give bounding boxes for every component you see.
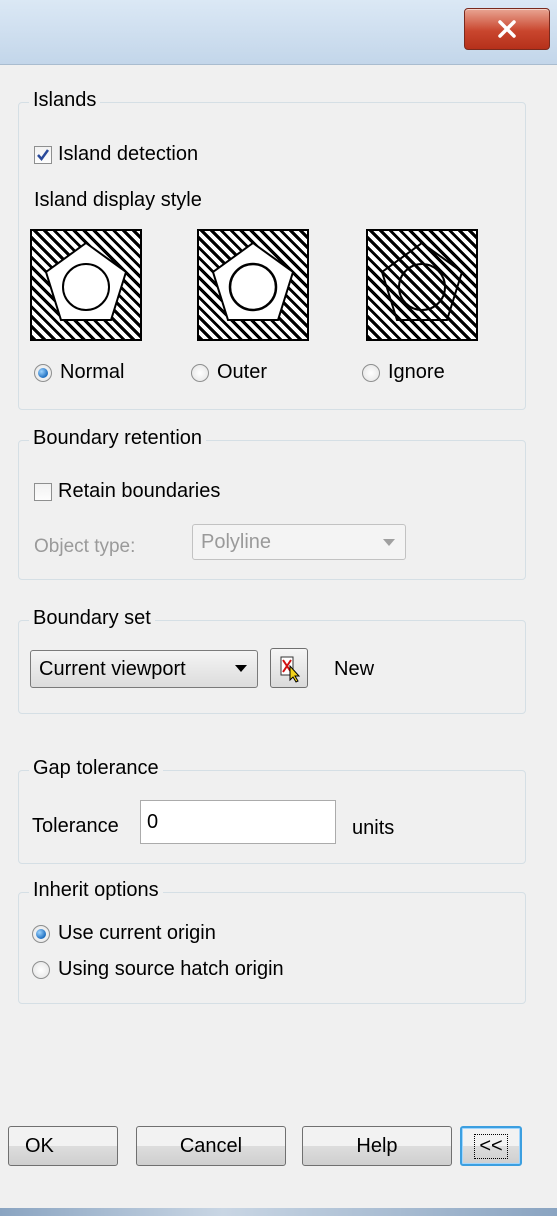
radio-circle[interactable] bbox=[191, 363, 209, 382]
normal-label: Normal bbox=[60, 361, 125, 383]
radio-circle[interactable] bbox=[34, 363, 52, 382]
normal-radio[interactable]: Normal bbox=[34, 361, 124, 384]
object-type-text: Object type: bbox=[34, 536, 136, 557]
outer-radio[interactable]: Outer bbox=[191, 361, 267, 384]
ignore-radio[interactable]: Ignore bbox=[362, 361, 445, 384]
checkbox-box[interactable] bbox=[34, 482, 52, 501]
units-label: units bbox=[352, 817, 394, 840]
close-button[interactable] bbox=[464, 8, 550, 50]
checkmark-icon bbox=[37, 148, 50, 161]
island-detection-label: Island detection bbox=[58, 143, 199, 165]
display-style-text: Island display style bbox=[34, 189, 202, 211]
chevron-down-icon bbox=[383, 539, 395, 546]
outer-label: Outer bbox=[217, 361, 268, 383]
object-type-value: Polyline bbox=[201, 530, 272, 553]
island-detection-checkbox[interactable]: Island detection bbox=[34, 143, 198, 166]
new-text: New bbox=[334, 658, 375, 680]
ok-label: OK bbox=[25, 1134, 54, 1157]
new-label: New bbox=[334, 658, 374, 681]
gap-tolerance-legend: Gap tolerance bbox=[29, 757, 163, 780]
object-type-select[interactable]: Polyline bbox=[192, 524, 406, 560]
checkbox-box[interactable] bbox=[34, 145, 52, 164]
cancel-button[interactable]: Cancel bbox=[136, 1126, 286, 1166]
help-label: Help bbox=[356, 1134, 398, 1157]
tolerance-text: Tolerance bbox=[32, 815, 119, 837]
use-current-origin-label: Use current origin bbox=[58, 922, 216, 944]
tolerance-label: Tolerance bbox=[32, 815, 119, 838]
using-source-hatch-origin-radio[interactable]: Using source hatch origin bbox=[32, 958, 284, 981]
radio-circle[interactable] bbox=[362, 363, 380, 382]
help-button[interactable]: Help bbox=[302, 1126, 452, 1166]
island-display-style-label: Island display style bbox=[34, 189, 202, 212]
select-objects-icon bbox=[280, 656, 301, 683]
normal-style-icon bbox=[44, 241, 128, 321]
retain-boundaries-label: Retain boundaries bbox=[58, 480, 221, 502]
using-source-hatch-origin-label: Using source hatch origin bbox=[58, 958, 284, 980]
outer-style-preview[interactable] bbox=[197, 229, 309, 341]
close-icon bbox=[498, 20, 516, 38]
dialog-titlebar bbox=[0, 0, 557, 65]
inherit-options-group: Inherit options bbox=[18, 879, 526, 1004]
outer-style-icon bbox=[211, 241, 295, 321]
ignore-label: Ignore bbox=[388, 361, 445, 383]
units-text: units bbox=[352, 817, 395, 839]
use-current-origin-radio[interactable]: Use current origin bbox=[32, 922, 216, 945]
normal-style-preview[interactable] bbox=[30, 229, 142, 341]
cancel-label: Cancel bbox=[179, 1134, 243, 1157]
collapse-button[interactable]: << bbox=[460, 1126, 522, 1166]
ignore-style-preview[interactable] bbox=[366, 229, 478, 341]
radio-circle[interactable] bbox=[32, 924, 50, 943]
window-bottom-edge bbox=[0, 1208, 557, 1216]
ignore-style-icon bbox=[380, 241, 464, 321]
boundary-set-value: Current viewport bbox=[39, 657, 186, 680]
tolerance-input[interactable] bbox=[140, 800, 336, 844]
retain-boundaries-checkbox[interactable]: Retain boundaries bbox=[34, 480, 220, 503]
radio-circle[interactable] bbox=[32, 960, 50, 979]
collapse-label: << bbox=[474, 1133, 508, 1159]
boundary-set-legend: Boundary set bbox=[29, 607, 155, 630]
new-boundary-set-button[interactable] bbox=[270, 648, 308, 688]
inherit-options-legend: Inherit options bbox=[29, 879, 163, 902]
chevron-down-icon bbox=[235, 665, 247, 672]
ok-button[interactable]: OK bbox=[8, 1126, 118, 1166]
boundary-retention-legend: Boundary retention bbox=[29, 427, 207, 450]
boundary-set-select[interactable]: Current viewport bbox=[30, 650, 258, 688]
object-type-label: Object type: bbox=[34, 536, 135, 558]
islands-legend: Islands bbox=[29, 89, 101, 112]
